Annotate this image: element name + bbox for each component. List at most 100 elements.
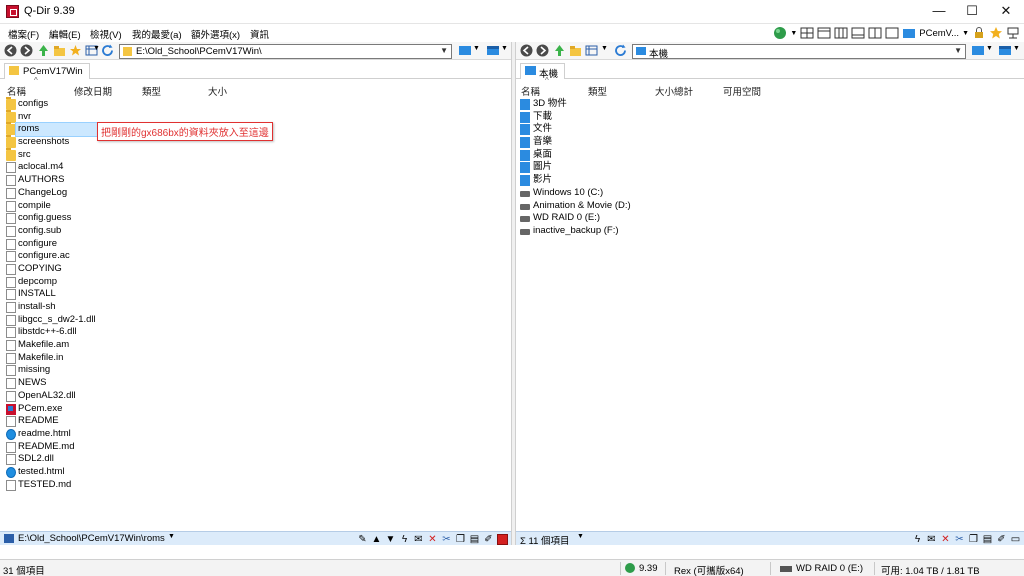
left-status-path[interactable]: E:\Old_School\PCemV17Win\roms (18, 533, 165, 544)
list-item[interactable]: PCem.exe (0, 403, 511, 416)
rename-icon[interactable]: ✐ (996, 534, 1007, 545)
cut-icon[interactable]: ✂ (954, 534, 965, 545)
cut-icon[interactable]: ✂ (441, 534, 452, 545)
list-item[interactable]: config.guess (0, 212, 511, 225)
list-item[interactable]: COPYING (0, 263, 511, 276)
list-item[interactable]: libstdc++-6.dll (0, 326, 511, 339)
column-type[interactable]: 類型 (142, 84, 161, 98)
up-folder-icon[interactable] (37, 44, 50, 57)
column-name[interactable]: 名稱 (7, 84, 26, 98)
list-item[interactable]: TESTED.md (0, 479, 511, 492)
address-dropdown-icon[interactable]: ▼ (440, 46, 448, 55)
mail-icon[interactable]: ✉ (413, 534, 424, 545)
menu-info[interactable]: 資訊 (250, 27, 269, 41)
move-up-icon[interactable]: ▲ (371, 534, 382, 545)
star-icon[interactable] (989, 26, 1003, 40)
column-modified-date[interactable]: 修改日期 (74, 84, 112, 98)
layout-toggle-icon[interactable] (458, 44, 472, 57)
list-item[interactable]: configure.ac (0, 250, 511, 263)
menu-file[interactable]: 檔案(F) (8, 27, 39, 41)
list-item[interactable]: depcomp (0, 276, 511, 289)
count-dropdown-icon[interactable]: ▼ (577, 533, 584, 540)
paste-icon[interactable]: ▤ (982, 534, 993, 545)
address-dropdown-icon[interactable]: ▼ (954, 46, 962, 55)
tab-pcemv17win[interactable]: PCemV17Win (4, 63, 90, 79)
maximize-button[interactable]: ☐ (955, 0, 989, 24)
refresh-icon[interactable] (614, 44, 627, 57)
list-item[interactable]: AUTHORS (0, 174, 511, 187)
quad-view-icon[interactable] (868, 26, 882, 40)
list-item[interactable]: 3D 物件 (516, 98, 1024, 111)
mail-icon[interactable]: ✉ (926, 534, 937, 545)
list-item[interactable]: config.sub (0, 225, 511, 238)
copy-icon[interactable]: ❐ (455, 534, 466, 545)
tab-this-pc[interactable]: 本機 (520, 63, 566, 80)
view-mode-dropdown-icon[interactable]: ▼ (601, 45, 608, 52)
list-item[interactable]: 圖片 (516, 161, 1024, 174)
grid-view-icon[interactable] (800, 26, 814, 40)
red-square-icon[interactable] (497, 533, 508, 545)
column-free-space[interactable]: 可用空間 (723, 84, 761, 98)
list-item[interactable]: 下載 (516, 111, 1024, 124)
list-item[interactable]: readme.html (0, 428, 511, 441)
new-folder-icon[interactable] (569, 44, 582, 57)
list-item[interactable]: configs (0, 97, 511, 111)
pane-options-dropdown-icon[interactable]: ▼ (1013, 45, 1020, 52)
menu-view[interactable]: 檢視(V) (90, 27, 122, 41)
minimize-button[interactable]: — (922, 0, 956, 24)
list-item[interactable]: install-sh (0, 301, 511, 314)
layout-icon[interactable] (817, 26, 831, 40)
list-item[interactable]: NEWS (0, 377, 511, 390)
list-item[interactable]: inactive_backup (F:) (516, 225, 1024, 238)
lock-icon[interactable] (972, 26, 986, 40)
view-mode-icon[interactable] (585, 44, 598, 57)
up-folder-icon[interactable] (553, 44, 566, 57)
refresh-icon[interactable] (101, 44, 114, 57)
close-button[interactable]: ✕ (989, 0, 1023, 24)
globe-dropdown-icon[interactable]: ▼ (790, 30, 797, 37)
delete-icon[interactable]: ✕ (427, 534, 438, 545)
list-item[interactable]: README.md (0, 441, 511, 454)
list-item[interactable]: 文件 (516, 123, 1024, 136)
layout-toggle-icon[interactable] (971, 44, 985, 57)
globe-icon[interactable] (773, 26, 787, 40)
pane-options-dropdown-icon[interactable]: ▼ (501, 45, 508, 52)
list-item[interactable]: 影片 (516, 174, 1024, 187)
delete-icon[interactable]: ✕ (940, 534, 951, 545)
list-item[interactable]: README (0, 415, 511, 428)
pane-options-icon[interactable] (486, 44, 500, 57)
forward-icon[interactable] (20, 44, 33, 57)
single-view-icon[interactable] (885, 26, 899, 40)
rename-icon[interactable]: ✐ (483, 534, 494, 545)
pane-options-icon[interactable] (998, 44, 1012, 57)
column-name[interactable]: 名稱 (521, 84, 540, 98)
view-mode-dropdown-icon[interactable]: ▼ (93, 45, 100, 52)
forward-icon[interactable] (536, 44, 549, 57)
network-icon[interactable] (1006, 26, 1020, 40)
profile-label[interactable]: PCemV... (919, 28, 959, 39)
list-item[interactable]: SDL2.dll (0, 453, 511, 466)
column-total-size[interactable]: 大小總計 (655, 84, 693, 98)
menu-extras[interactable]: 額外選項(x) (191, 27, 240, 41)
list-item[interactable]: Windows 10 (C:) (516, 187, 1024, 200)
back-icon[interactable] (4, 44, 17, 57)
menu-edit[interactable]: 編輯(E) (49, 27, 81, 41)
list-item[interactable]: ChangeLog (0, 187, 511, 200)
list-item[interactable]: configure (0, 238, 511, 251)
list-item[interactable]: src (0, 147, 511, 162)
list-item[interactable]: missing (0, 364, 511, 377)
left-address-input[interactable]: E:\Old_School\PCemV17Win\ ▼ (119, 44, 452, 59)
pane-menu-icon[interactable]: ▭ (1010, 534, 1021, 545)
back-icon[interactable] (520, 44, 533, 57)
path-dropdown-icon[interactable]: ▼ (168, 533, 175, 540)
columns-icon[interactable] (834, 26, 848, 40)
move-down-icon[interactable]: ▼ (385, 534, 396, 545)
lightning-icon[interactable]: ϟ (399, 534, 410, 545)
list-item[interactable]: INSTALL (0, 288, 511, 301)
favorites-icon[interactable] (69, 44, 82, 57)
list-item[interactable]: libgcc_s_dw2-1.dll (0, 314, 511, 327)
column-type[interactable]: 類型 (588, 84, 607, 98)
layout-dropdown-icon[interactable]: ▼ (473, 45, 480, 52)
lightning-icon[interactable]: ϟ (912, 534, 923, 545)
list-item[interactable]: 桌面 (516, 149, 1024, 162)
